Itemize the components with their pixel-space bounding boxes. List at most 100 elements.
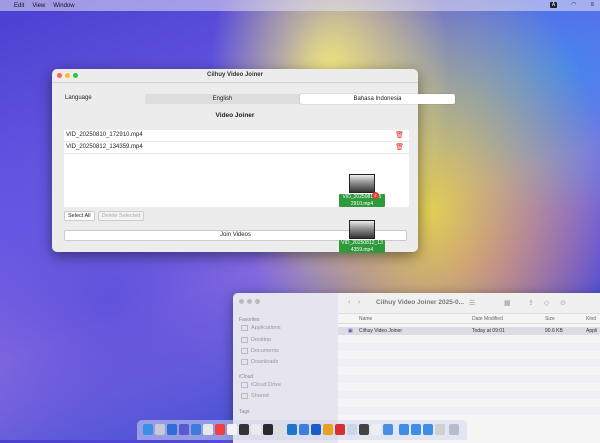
folder-icon[interactable] <box>423 424 433 435</box>
app-icon[interactable] <box>435 424 445 435</box>
folder-icon[interactable] <box>411 424 421 435</box>
delete-selected-button[interactable]: Delete Selected <box>97 211 145 221</box>
share-icon[interactable]: ⇪ <box>528 299 534 307</box>
list-view-icon[interactable]: ☰ <box>469 299 475 307</box>
window-title: Cilhuy Video Joiner <box>207 72 263 78</box>
table-row <box>338 367 600 375</box>
sidebar-section-tags: Tags <box>239 409 250 415</box>
row-name: Cilhuy Video Joiner <box>359 328 402 334</box>
column-size[interactable]: Size <box>545 316 555 322</box>
app-icon[interactable] <box>251 424 261 435</box>
back-icon[interactable]: ‹ <box>348 299 350 306</box>
app-icon[interactable] <box>227 424 237 435</box>
input-source-badge[interactable]: A <box>549 1 558 8</box>
table-row <box>338 391 600 399</box>
section-title: Video Joiner <box>215 112 255 119</box>
language-label: Language <box>65 95 92 101</box>
row-date: Today at 09:01 <box>472 328 505 334</box>
table-row <box>338 407 600 415</box>
xcode-icon[interactable] <box>179 424 189 435</box>
app-icon[interactable] <box>311 424 321 435</box>
video-thumbnail <box>349 174 375 193</box>
tag-icon[interactable]: ◇ <box>544 299 549 307</box>
table-row <box>338 383 600 391</box>
close-button[interactable] <box>239 299 244 304</box>
list-item[interactable]: VID_20250812_134359.mp4 🗑 <box>64 142 409 154</box>
terminal-icon[interactable] <box>263 424 273 435</box>
sidebar-item-documents[interactable]: Documents <box>241 348 279 354</box>
sidebar-section-favorites: Favorites <box>239 317 260 323</box>
app-icon[interactable] <box>299 424 309 435</box>
sidebar-item-applications[interactable]: Applications <box>241 325 281 331</box>
table-row <box>338 335 600 343</box>
finder-icon[interactable] <box>143 424 153 435</box>
table-row <box>338 343 600 351</box>
select-all-button[interactable]: Select All <box>64 211 95 221</box>
menu-edit[interactable]: Edit <box>14 3 24 9</box>
chrome-icon[interactable] <box>203 424 213 435</box>
app-icon[interactable] <box>323 424 333 435</box>
table-row <box>338 359 600 367</box>
app-icon: ▣ <box>348 328 353 334</box>
sidebar-item-label: iCloud Drive <box>251 382 281 388</box>
opera-icon[interactable] <box>215 424 225 435</box>
minimize-button[interactable] <box>247 299 252 304</box>
drag-label: VID_20250812_13 4359.mp4 <box>339 240 385 253</box>
drag-item[interactable]: VID_20250812_13 4359.mp4 <box>339 220 385 253</box>
language-option-indonesian[interactable]: Bahasa Indonesia <box>300 94 455 104</box>
sidebar-item-desktop[interactable]: Desktop <box>241 337 271 343</box>
app-icon[interactable] <box>347 424 357 435</box>
drag-count-badge: 2 <box>372 192 379 199</box>
sidebar-item-label: Downloads <box>251 359 279 365</box>
wifi-icon[interactable]: ◠ <box>571 1 576 8</box>
drag-label-line: 2910.mp4 <box>350 200 374 207</box>
table-row <box>338 375 600 383</box>
sidebar-item-label: Shared <box>251 393 269 399</box>
control-center-icon[interactable]: ≡ <box>590 2 594 8</box>
file-name: VID_20250812_134359.mp4 <box>66 144 143 150</box>
shared-folder-icon <box>241 393 248 399</box>
folder-icon[interactable] <box>399 424 409 435</box>
list-actions: Select All Delete Selected <box>64 211 145 221</box>
obs-icon[interactable] <box>239 424 249 435</box>
list-item[interactable]: VID_20250810_172910.mp4 🗑 <box>64 130 409 142</box>
drag-label-line: 4359.mp4 <box>350 246 374 253</box>
row-kind: Appli <box>586 328 598 334</box>
forward-icon[interactable]: › <box>358 299 360 306</box>
app-icon[interactable] <box>371 424 381 435</box>
finder-title: Cilhuy Video Joiner 2025-0... <box>376 299 465 306</box>
cloud-icon <box>241 382 248 388</box>
grid-view-icon[interactable]: ▦ <box>504 299 511 307</box>
trash-icon[interactable]: 🗑 <box>395 142 404 153</box>
vscode-icon[interactable] <box>287 424 297 435</box>
folder-icon <box>241 325 248 331</box>
sidebar-item-shared[interactable]: Shared <box>241 393 269 399</box>
title-bar[interactable]: Cilhuy Video Joiner <box>52 69 418 83</box>
zoom-button[interactable] <box>255 299 260 304</box>
column-name[interactable]: Name <box>359 316 372 322</box>
drag-item[interactable]: VID_2025081015 2910.mp4 2 <box>339 174 385 207</box>
column-kind[interactable]: Kind <box>586 316 596 322</box>
app-store-icon[interactable] <box>167 424 177 435</box>
sidebar-section-icloud: iCloud <box>239 374 254 380</box>
table-row[interactable]: ▣ Cilhuy Video Joiner Today at 09:01 90.… <box>338 327 600 335</box>
app-icon[interactable] <box>275 424 285 435</box>
launchpad-icon[interactable] <box>155 424 165 435</box>
app-icon[interactable] <box>383 424 393 435</box>
trash-icon[interactable] <box>449 424 459 435</box>
language-option-english[interactable]: English <box>145 94 300 104</box>
more-icon[interactable]: ⊙ <box>560 299 566 307</box>
trash-icon[interactable]: 🗑 <box>395 130 404 141</box>
sidebar-item-downloads[interactable]: Downloads <box>241 359 278 365</box>
menu-view[interactable]: View <box>32 3 45 9</box>
window-controls <box>239 299 260 304</box>
column-header: Name Date Modified Size Kind <box>338 314 600 324</box>
video-thumbnail <box>349 220 375 239</box>
sidebar-item-icloud-drive[interactable]: iCloud Drive <box>241 382 281 388</box>
column-date-modified[interactable]: Date Modified <box>472 316 503 322</box>
sidebar-item-label: Desktop <box>251 337 272 343</box>
filezilla-icon[interactable] <box>335 424 345 435</box>
menu-window[interactable]: Window <box>53 3 74 9</box>
app-icon[interactable] <box>359 424 369 435</box>
safari-icon[interactable] <box>191 424 201 435</box>
